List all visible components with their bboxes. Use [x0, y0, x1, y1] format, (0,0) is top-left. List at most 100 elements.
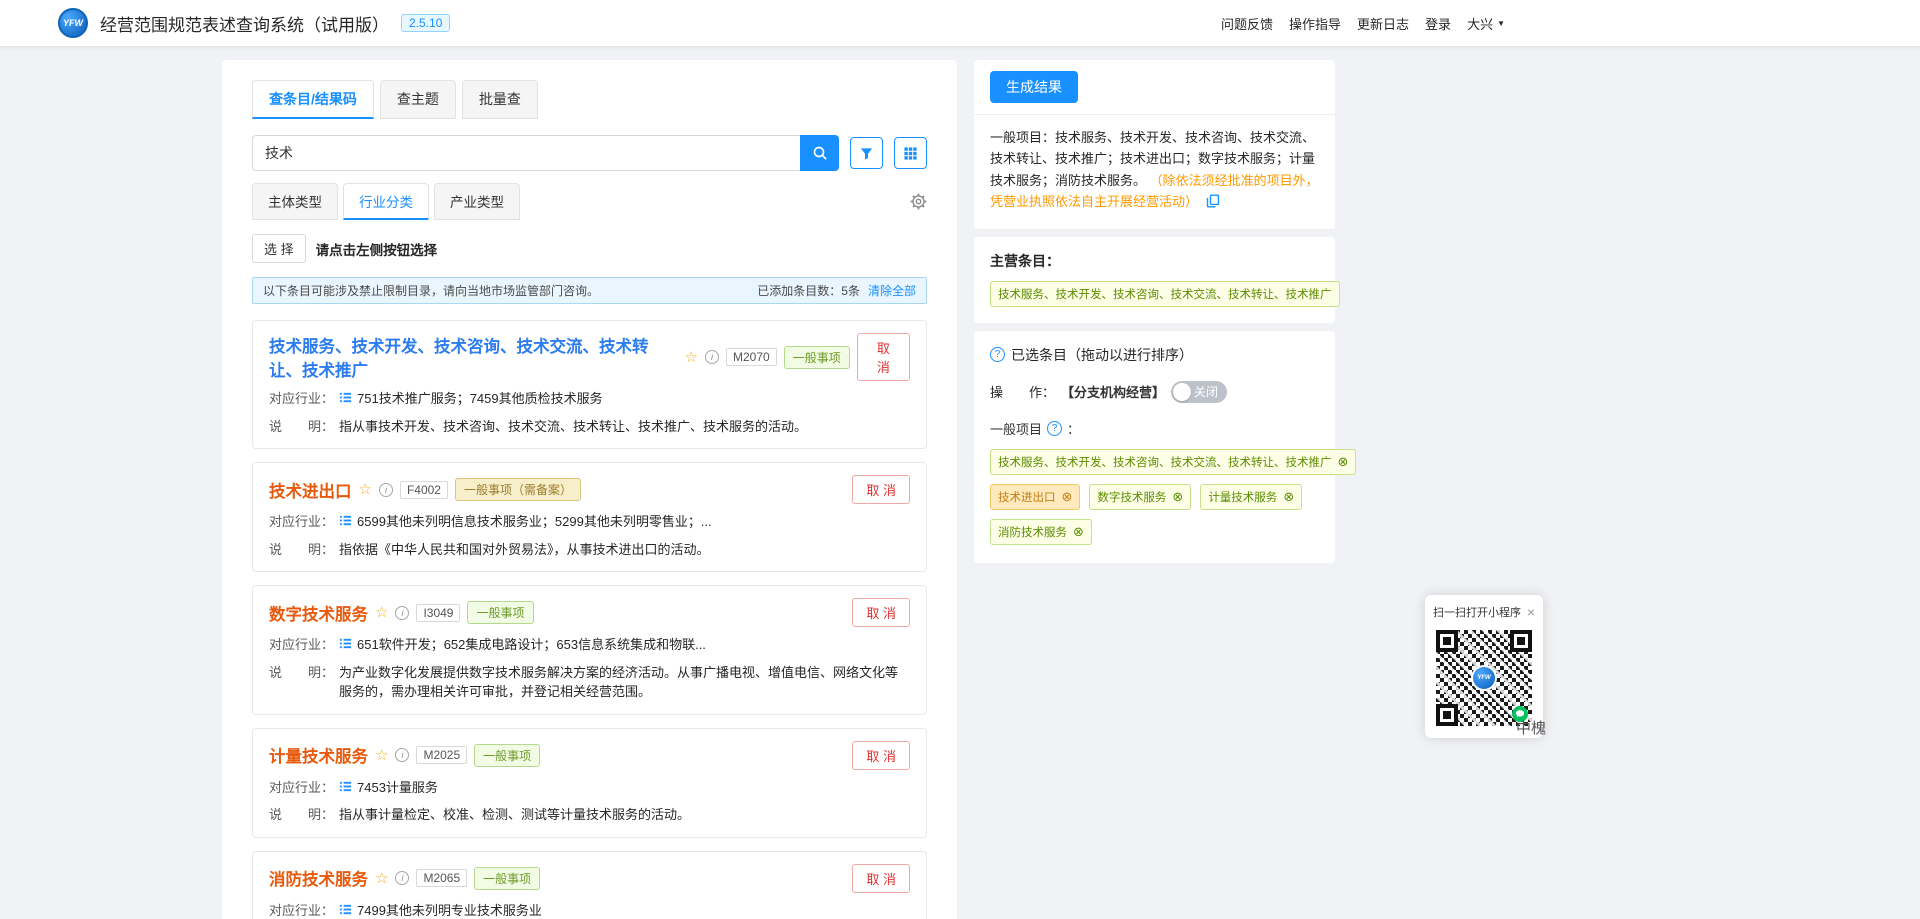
query-panel: 查条目/结果码 查主题 批量查: [222, 60, 957, 919]
main-entry-tag: 技术服务、技术开发、技术咨询、技术交流、技术转让、技术推广: [990, 281, 1340, 307]
filter-button[interactable]: [850, 137, 883, 169]
star-icon[interactable]: ☆: [375, 871, 388, 886]
category-badge: 一般事项: [784, 346, 850, 369]
result-text-card: 生成结果 一般项目：技术服务、技术开发、技术咨询、技术交流、技术转让、技术推广；…: [974, 60, 1335, 229]
cancel-button[interactable]: 取 消: [852, 475, 910, 504]
grid-view-button[interactable]: [894, 137, 927, 169]
star-icon[interactable]: ☆: [375, 748, 388, 763]
remove-tag-icon[interactable]: ⊗: [1073, 525, 1084, 538]
tag-label: 技术服务、技术开发、技术咨询、技术交流、技术转让、技术推广: [998, 454, 1332, 470]
tag-label: 消防技术服务: [998, 524, 1067, 540]
selected-entries-card: ? 已选条目（拖动以进行排序） 操 作： 【分支机构经营】 关闭 一般项目 ? …: [974, 331, 1335, 563]
region-dropdown[interactable]: 大兴 ▼: [1467, 14, 1505, 33]
app-logo-icon: YFW: [58, 8, 88, 38]
main-content: 查条目/结果码 查主题 批量查: [222, 46, 1920, 919]
tab-subject-type[interactable]: 主体类型: [252, 183, 338, 220]
tag-label: 技术进出口: [998, 489, 1056, 505]
watermark-text: 中槐: [1516, 717, 1546, 738]
nav-changelog[interactable]: 更新日志: [1357, 14, 1409, 33]
copy-icon[interactable]: [1206, 194, 1220, 208]
list-icon: [339, 903, 352, 916]
qr-popup-head: 扫一扫打开小程序 ×: [1433, 604, 1535, 620]
selected-tag[interactable]: 消防技术服务 ⊗: [990, 519, 1092, 545]
remove-tag-icon[interactable]: ⊗: [1062, 490, 1073, 503]
help-icon[interactable]: ?: [990, 347, 1005, 362]
tab-entry-code[interactable]: 查条目/结果码: [252, 80, 374, 119]
cancel-button[interactable]: 取 消: [852, 741, 910, 770]
industry-line: 对应行业： 651软件开发；652集成电路设计；653信息系统集成和物联...: [269, 635, 910, 655]
info-icon[interactable]: i: [395, 871, 409, 885]
desc-text: 为产业数字化发展提供数字技术服务解决方案的经济活动。从事广播电视、增值电信、网络…: [339, 663, 910, 702]
cancel-button[interactable]: 取 消: [857, 333, 910, 381]
result-head: 计量技术服务 ☆ i M2025 一般事项 取 消: [269, 741, 910, 770]
branch-operation-toggle[interactable]: 关闭: [1171, 381, 1227, 403]
select-button[interactable]: 选 择: [252, 234, 306, 263]
result-head: 技术服务、技术开发、技术咨询、技术交流、技术转让、技术推广 ☆ i M2070 …: [269, 333, 910, 381]
star-icon[interactable]: ☆: [359, 482, 372, 497]
selected-tag[interactable]: 技术进出口 ⊗: [990, 484, 1080, 510]
remove-tag-icon[interactable]: ⊗: [1172, 490, 1183, 503]
tab-industry-class[interactable]: 行业分类: [343, 183, 429, 220]
close-icon[interactable]: ×: [1527, 605, 1535, 619]
nav-feedback[interactable]: 问题反馈: [1221, 14, 1273, 33]
tab-batch[interactable]: 批量查: [462, 80, 538, 119]
operation-row: 操 作： 【分支机构经营】 关闭: [990, 381, 1319, 403]
result-item: 消防技术服务 ☆ i M2065 一般事项 取 消 对应行业： 7499其他未列…: [252, 851, 927, 919]
industry-line: 对应行业： 7453计量服务: [269, 778, 910, 798]
result-card-head: 生成结果: [974, 60, 1335, 115]
info-icon[interactable]: i: [705, 350, 719, 364]
help-icon[interactable]: ?: [1047, 421, 1062, 436]
clear-all-link[interactable]: 清除全部: [868, 282, 916, 299]
cancel-button[interactable]: 取 消: [852, 598, 910, 627]
results-list: 技术服务、技术开发、技术咨询、技术交流、技术转让、技术推广 ☆ i M2070 …: [252, 320, 927, 919]
generate-result-button[interactable]: 生成结果: [990, 71, 1078, 103]
top-header: YFW 经营范围规范表述查询系统（试用版） 2.5.10 问题反馈 操作指导 更…: [0, 0, 1920, 46]
result-title[interactable]: 计量技术服务: [269, 743, 368, 767]
desc-line: 说 明： 指从事计量检定、校准、检测、测试等计量技术服务的活动。: [269, 805, 910, 825]
desc-label: 说 明：: [269, 805, 334, 825]
settings-gear-icon[interactable]: [910, 193, 927, 210]
search-button[interactable]: [800, 135, 839, 171]
remove-tag-icon[interactable]: ⊗: [1338, 455, 1349, 468]
industry-line: 对应行业： 7499其他未列明专业技术服务业: [269, 901, 910, 919]
list-icon: [339, 780, 352, 793]
category-badge: 一般事项: [467, 601, 533, 624]
result-title[interactable]: 消防技术服务: [269, 866, 368, 890]
operation-value: 【分支机构经营】: [1061, 382, 1165, 401]
selected-tag[interactable]: 计量技术服务 ⊗: [1200, 484, 1302, 510]
cancel-button[interactable]: 取 消: [852, 864, 910, 893]
notice-right: 已添加条目数：5条 清除全部: [757, 282, 916, 299]
qr-finder-icon: [1510, 630, 1532, 652]
industry-text: 751技术推广服务；7459其他质检技术服务: [357, 389, 603, 409]
tab-topic[interactable]: 查主题: [380, 80, 456, 119]
category-badge: 一般事项: [474, 744, 540, 767]
industry-line: 对应行业： 751技术推广服务；7459其他质检技术服务: [269, 389, 910, 409]
nav-login[interactable]: 登录: [1425, 14, 1451, 33]
general-items-row: 一般项目 ? ：: [990, 419, 1319, 438]
remove-tag-icon[interactable]: ⊗: [1283, 490, 1294, 503]
star-icon[interactable]: ☆: [375, 605, 388, 620]
select-row: 选 择 请点击左侧按钮选择: [252, 234, 927, 263]
list-icon: [339, 391, 352, 404]
nav-guide[interactable]: 操作指导: [1289, 14, 1341, 33]
search-icon: [812, 145, 828, 161]
result-title[interactable]: 数字技术服务: [269, 601, 368, 625]
tab-industry-type[interactable]: 产业类型: [434, 183, 520, 220]
list-icon: [339, 514, 352, 527]
info-icon[interactable]: i: [395, 606, 409, 620]
grid-icon: [903, 146, 918, 161]
selected-head: ? 已选条目（拖动以进行排序）: [990, 345, 1319, 365]
result-title[interactable]: 技术进出口: [269, 478, 352, 502]
industry-text: 7499其他未列明专业技术服务业: [357, 901, 542, 919]
selected-tag[interactable]: 数字技术服务 ⊗: [1089, 484, 1191, 510]
search-input[interactable]: [252, 135, 800, 171]
industry-label: 对应行业：: [269, 389, 334, 409]
star-icon[interactable]: ☆: [685, 350, 698, 365]
info-icon[interactable]: i: [395, 748, 409, 762]
info-icon[interactable]: i: [379, 483, 393, 497]
version-badge: 2.5.10: [401, 14, 450, 32]
result-title[interactable]: 技术服务、技术开发、技术咨询、技术交流、技术转让、技术推广: [269, 333, 678, 381]
selected-tag[interactable]: 技术服务、技术开发、技术咨询、技术交流、技术转让、技术推广 ⊗: [990, 449, 1356, 475]
filter-tabs: 主体类型 行业分类 产业类型: [252, 183, 520, 220]
qr-code: YFW: [1436, 630, 1532, 726]
